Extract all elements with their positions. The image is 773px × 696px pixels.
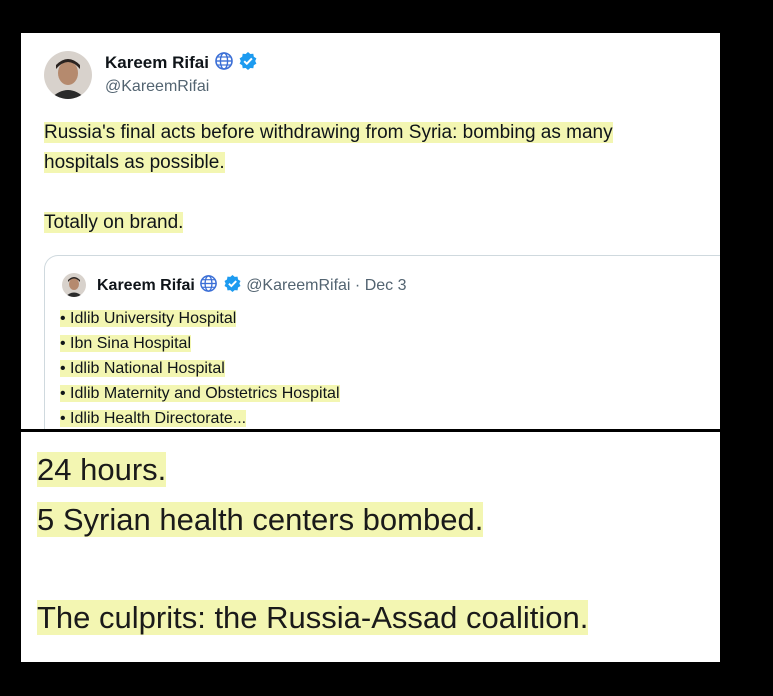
avatar[interactable]	[44, 51, 92, 99]
list-item: • Idlib Maternity and Obstetrics Hospita…	[60, 381, 340, 406]
caption-text: 24 hours.	[37, 452, 167, 487]
caption-line-3: The culprits: the Russia-Assad coalition…	[37, 600, 589, 636]
quoted-header: Kareem Rifai @KareemRifai · Dec 3	[97, 274, 407, 298]
caption-line-1: 24 hours.	[37, 452, 167, 488]
list-item: • Idlib National Hospital	[60, 356, 340, 381]
caption-panel: 24 hours. 5 Syrian health centers bombed…	[21, 432, 720, 662]
tweet-text-line: hospitals as possible.	[44, 152, 225, 173]
caption-line-2: 5 Syrian health centers bombed.	[37, 502, 484, 538]
tweet-text: Russia's final acts before withdrawing f…	[44, 118, 704, 238]
author-name[interactable]: Kareem Rifai	[105, 53, 209, 72]
tweet-paragraph-2: Totally on brand.	[44, 208, 704, 238]
list-item-text: • Idlib Health Directorate...	[60, 410, 247, 427]
tweet-text-line: Russia's final acts before withdrawing f…	[44, 122, 613, 143]
caption-text: 5 Syrian health centers bombed.	[37, 502, 484, 537]
tweet-paragraph-1: Russia's final acts before withdrawing f…	[44, 118, 704, 178]
quoted-author-name: Kareem Rifai	[97, 277, 195, 295]
list-item-text: • Idlib Maternity and Obstetrics Hospita…	[60, 385, 340, 402]
quoted-author-handle: @KareemRifai	[246, 277, 351, 295]
list-item: • Ibn Sina Hospital	[60, 331, 340, 356]
list-item-text: • Ibn Sina Hospital	[60, 335, 192, 352]
globe-icon	[199, 274, 218, 298]
quoted-date: Dec 3	[364, 277, 407, 295]
globe-icon	[214, 51, 234, 76]
list-item: • Idlib University Hospital	[60, 306, 340, 331]
quoted-separator: ·	[354, 277, 361, 295]
list-item: • Idlib Health Directorate...	[60, 406, 340, 429]
quoted-list: • Idlib University Hospital • Ibn Sina H…	[60, 306, 340, 429]
tweet-text-line: Totally on brand.	[44, 212, 184, 233]
list-item-text: • Idlib National Hospital	[60, 360, 225, 377]
list-item-text: • Idlib University Hospital	[60, 310, 237, 327]
tweet-card: Kareem Rifai @KareemRifai Russia's final…	[21, 33, 720, 429]
quoted-avatar	[62, 273, 86, 297]
quoted-tweet[interactable]: Kareem Rifai @KareemRifai · Dec 3 • Idli…	[44, 255, 720, 429]
author-name-row: Kareem Rifai	[105, 51, 258, 76]
verified-badge-icon	[223, 274, 242, 298]
caption-text: The culprits: the Russia-Assad coalition…	[37, 600, 589, 635]
verified-badge-icon	[238, 51, 258, 76]
author-handle[interactable]: @KareemRifai	[105, 78, 209, 96]
